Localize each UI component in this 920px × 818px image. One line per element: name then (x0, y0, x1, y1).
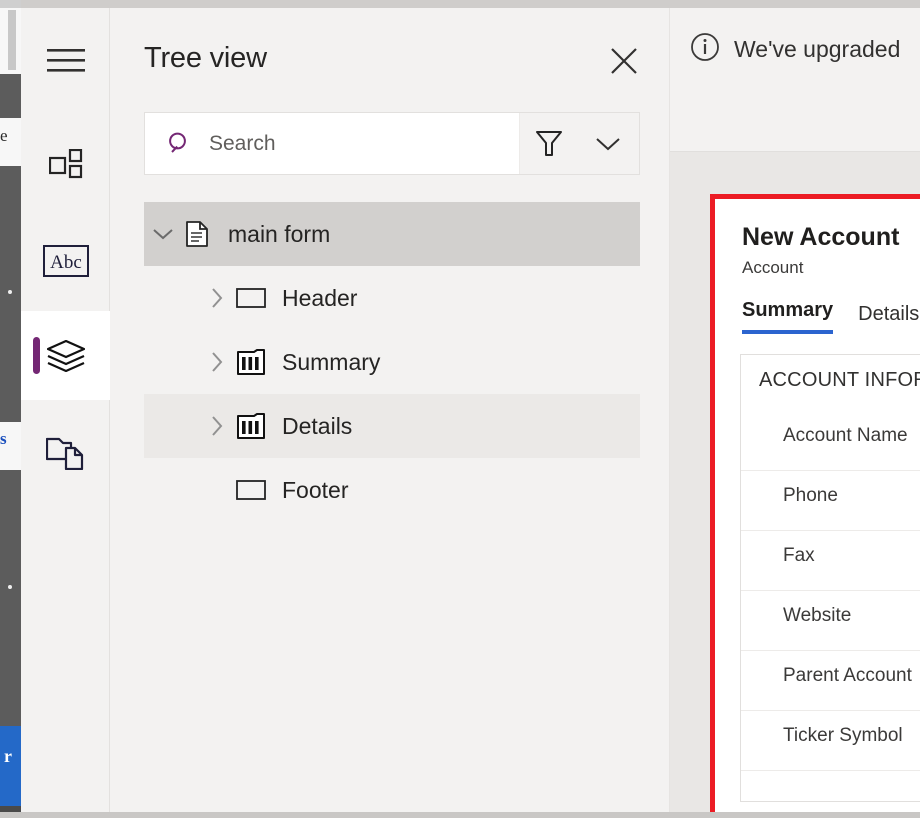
form-preview-highlight: New Account Account Summary Details ACCO… (710, 194, 920, 818)
tree-view-header: Tree view (111, 8, 669, 98)
text-component-button[interactable]: Abc (21, 216, 110, 305)
account-information-section: ACCOUNT INFOR Account Name Phone Fax Web… (740, 354, 920, 802)
search-icon (169, 132, 186, 153)
components-grid-icon (48, 148, 82, 178)
clipped-browser-edge: e s r (0, 0, 21, 818)
field-list: Account Name Phone Fax Website Parent Ac… (741, 411, 920, 801)
columns-icon (232, 413, 270, 439)
field-row[interactable]: Account Name (741, 411, 920, 471)
funnel-filter-icon (536, 130, 562, 156)
tree-item-label: Footer (282, 476, 349, 503)
tree-row-footer[interactable]: Footer (144, 458, 640, 522)
field-row[interactable]: Fax (741, 531, 920, 591)
form-subtitle: Account (742, 258, 804, 277)
abc-text-icon: Abc (42, 244, 89, 277)
tree-row-summary[interactable]: Summary (144, 330, 640, 394)
edge-text-fragment: s (0, 430, 7, 447)
rectangle-icon (232, 480, 270, 500)
tree-row-main-form[interactable]: main form (144, 202, 640, 266)
search-field-container[interactable] (145, 113, 520, 174)
tree-view-panel: Tree view Search main form Header Summar… (111, 8, 670, 812)
search-toolbar (144, 112, 640, 175)
notification-text: We've upgraded (734, 36, 901, 62)
chevron-right-icon[interactable] (202, 351, 232, 373)
edge-blue-block: r (0, 726, 21, 806)
field-label: Website (783, 605, 852, 626)
edge-text-fragment: r (4, 746, 12, 766)
components-button[interactable] (21, 121, 110, 210)
bottom-rail (0, 812, 920, 818)
close-button[interactable] (607, 44, 641, 78)
filter-button[interactable] (520, 113, 578, 174)
svg-text:Abc: Abc (50, 252, 82, 273)
tree-item-label: Summary (282, 348, 381, 375)
field-label: Fax (783, 545, 815, 566)
search-input[interactable] (209, 131, 439, 156)
tree-item-label: main form (228, 220, 331, 247)
pages-button[interactable] (21, 408, 110, 497)
layers-stack-icon (46, 339, 85, 372)
selection-indicator (33, 337, 40, 374)
left-icon-rail: Abc (21, 8, 110, 812)
edge-bullet-dot (8, 585, 12, 589)
tree-row-details[interactable]: Details (144, 394, 640, 458)
edge-bullet-dot (8, 290, 12, 294)
document-icon (178, 221, 216, 247)
field-label: Phone (783, 485, 838, 506)
sidebar-item-tree-view[interactable] (21, 311, 110, 400)
hamburger-menu-icon (46, 48, 85, 72)
field-label: Account Name (783, 425, 908, 446)
section-label: ACCOUNT INFOR (759, 369, 920, 391)
close-icon (611, 48, 637, 74)
top-rail (21, 0, 920, 8)
form-title: New Account (742, 223, 900, 251)
edge-top-grey (0, 0, 21, 8)
filter-dropdown-button[interactable] (578, 113, 638, 174)
chevron-down-icon (596, 137, 620, 150)
hamburger-menu-button[interactable] (21, 16, 110, 105)
tab-details[interactable]: Details (858, 303, 919, 334)
tree-row-header[interactable]: Header (144, 266, 640, 330)
chevron-down-icon[interactable] (148, 227, 178, 241)
columns-icon (232, 349, 270, 375)
page-title: Tree view (144, 42, 267, 74)
rectangle-icon (232, 288, 270, 308)
chevron-right-icon[interactable] (202, 415, 232, 437)
chevron-right-icon[interactable] (202, 287, 232, 309)
tree-item-label: Header (282, 284, 358, 311)
field-row[interactable]: Ticker Symbol (741, 711, 920, 771)
field-label: Ticker Symbol (783, 725, 903, 746)
field-list-spacer (741, 771, 920, 801)
edge-text-fragment: e (0, 127, 8, 144)
field-row[interactable]: Parent Account (741, 651, 920, 711)
tab-summary[interactable]: Summary (742, 299, 834, 334)
folder-file-icon (45, 437, 83, 470)
form-canvas: We've upgraded New Account Account Summa… (670, 8, 920, 818)
edge-scrollbar[interactable] (8, 10, 16, 70)
info-circle-icon (691, 33, 719, 61)
notification-bar: We've upgraded (670, 8, 920, 152)
field-row[interactable]: Phone (741, 471, 920, 531)
tree-list: main form Header Summary Details Footer (144, 202, 640, 522)
tree-item-label: Details (282, 412, 353, 439)
field-label: Parent Account (783, 665, 912, 686)
form-tabs: Summary Details (742, 299, 919, 334)
app-window: e s r Abc Tree view Search main form Hea… (0, 0, 920, 818)
field-row[interactable]: Website (741, 591, 920, 651)
